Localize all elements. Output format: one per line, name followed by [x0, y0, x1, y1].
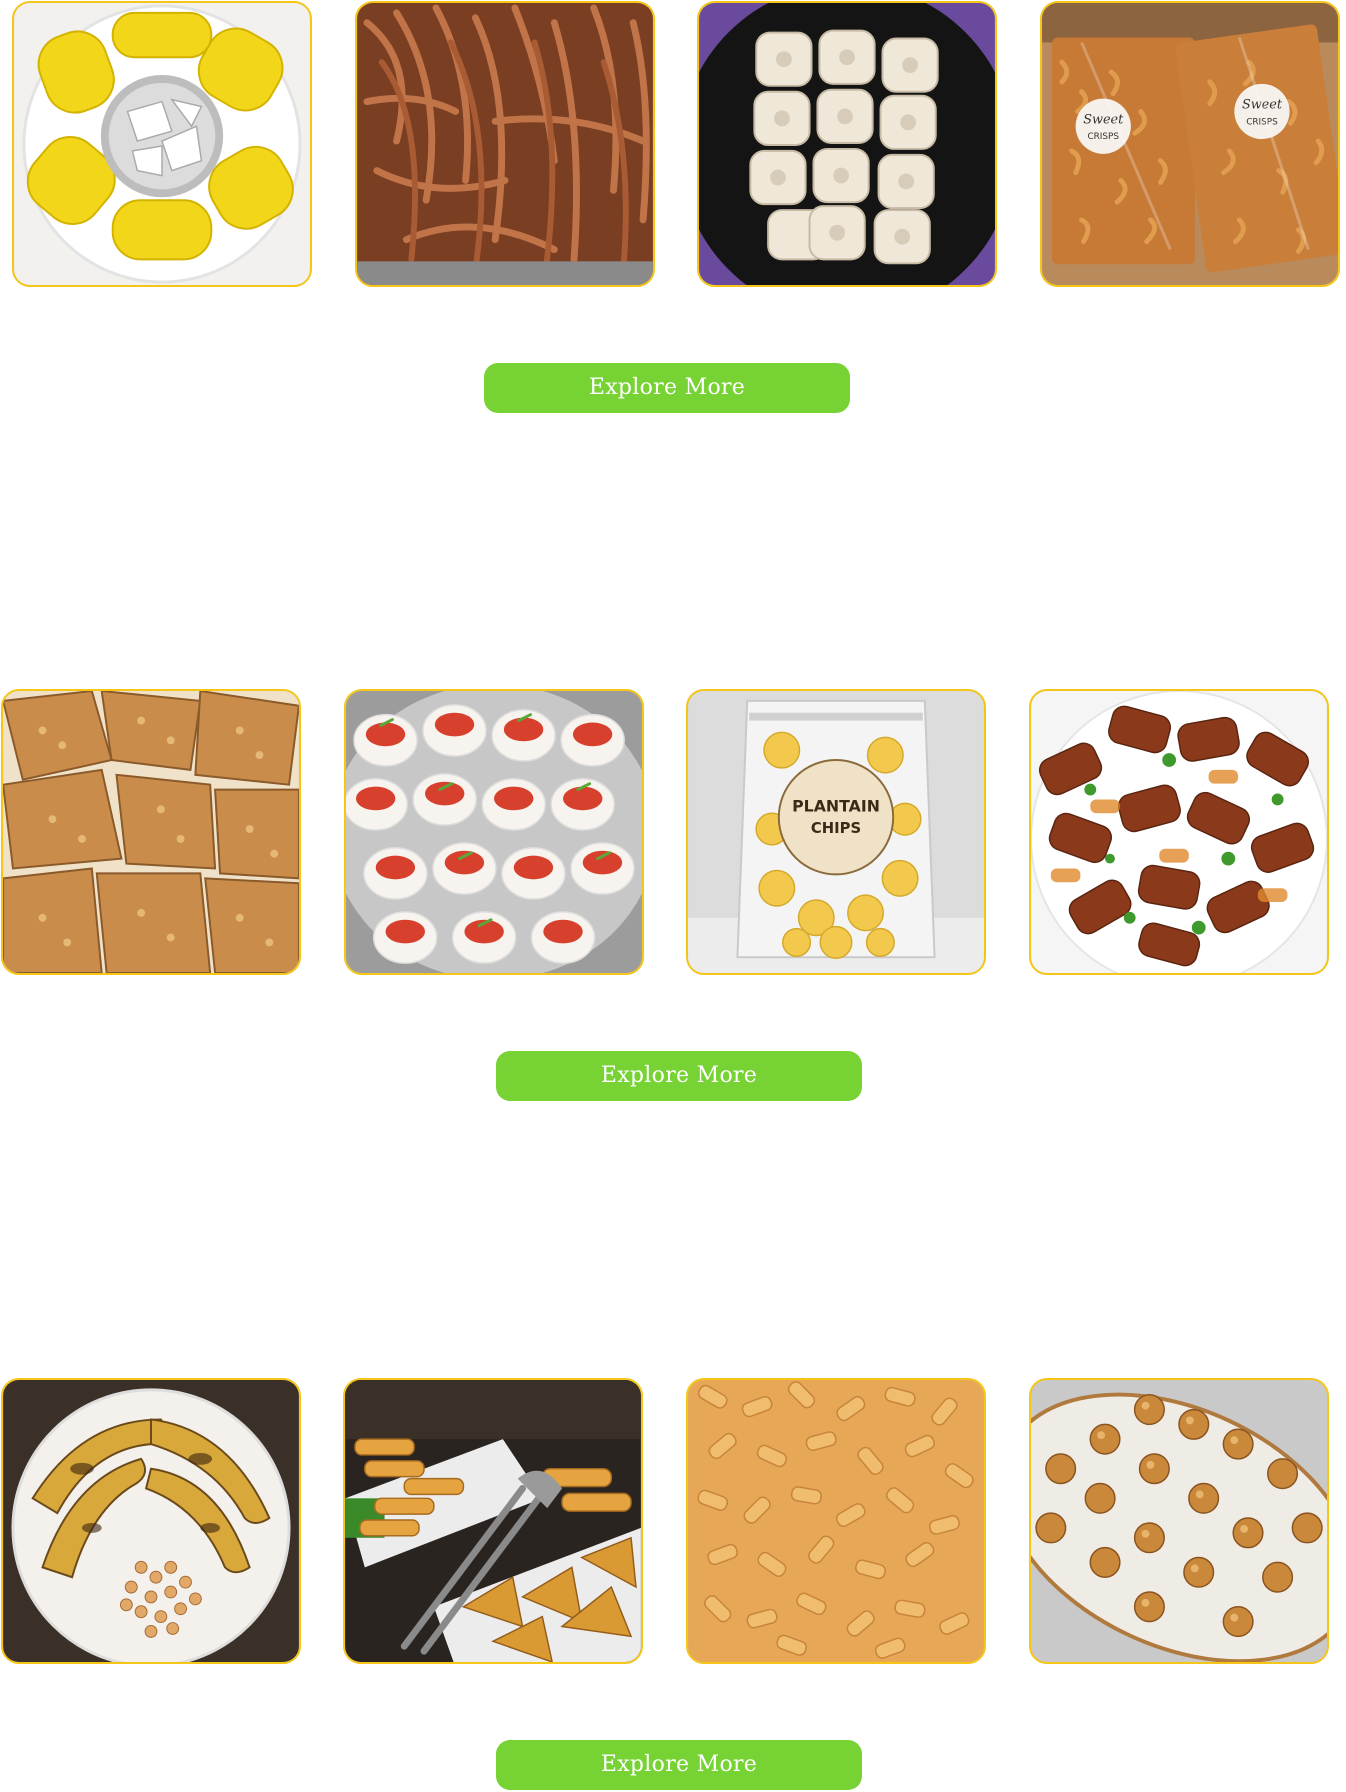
chips-label: CHIPS	[811, 820, 861, 837]
chin-chin-sticks-photo	[357, 3, 653, 285]
chin-chin-pile-photo	[688, 1380, 984, 1662]
spring-rolls-and-samosas-photo	[345, 1380, 641, 1662]
white-cookies-photo	[699, 3, 995, 285]
explore-more-button-3[interactable]: Explore More	[496, 1740, 862, 1790]
snack-image-roasted-plantain[interactable]	[1, 1378, 301, 1664]
crisps-label-2: CRISPS	[1246, 117, 1278, 127]
coconut-candy-balls-photo	[1031, 1380, 1327, 1662]
snacks-section-2: PLANTAIN CHIPS Explore More	[0, 688, 1346, 1108]
roasted-plantain-and-peanuts-photo	[3, 1380, 299, 1662]
snack-image-white-cookies[interactable]	[697, 1, 997, 287]
peanut-brittle-photo	[3, 691, 299, 973]
snack-image-spicy-plantain[interactable]	[1029, 689, 1329, 975]
snack-image-peanut-brittle[interactable]	[1, 689, 301, 975]
snack-image-spring-rolls[interactable]	[343, 1378, 643, 1664]
sweet-crisps-bags-photo: Sweet CRISPS Sweet CRISPS	[1042, 3, 1338, 285]
snack-image-plantain-chips[interactable]: PLANTAIN CHIPS	[686, 689, 986, 975]
explore-more-button-1[interactable]: Explore More	[484, 363, 850, 413]
snack-image-chin-chin-pile[interactable]	[686, 1378, 986, 1664]
snack-image-chin-chin-sticks[interactable]	[355, 1, 655, 287]
crisps-label-1: CRISPS	[1087, 132, 1119, 142]
spicy-fried-plantain-photo	[1031, 691, 1327, 973]
stuffed-eggs-photo	[346, 691, 642, 973]
snack-image-coconut-candy[interactable]	[1029, 1378, 1329, 1664]
plantain-label: PLANTAIN	[792, 796, 880, 815]
plantain-chips-bag-photo: PLANTAIN CHIPS	[688, 691, 984, 973]
snack-image-corn-coconut[interactable]	[12, 1, 312, 287]
snacks-section-3: Explore More	[0, 1377, 1346, 1792]
corn-and-coconut-photo	[14, 3, 310, 285]
snacks-section-1: Sweet CRISPS Sweet CRISPS Explore More	[0, 0, 1346, 420]
snack-image-stuffed-eggs[interactable]	[344, 689, 644, 975]
snack-image-sweet-crisps[interactable]: Sweet CRISPS Sweet CRISPS	[1040, 1, 1340, 287]
explore-more-button-2[interactable]: Explore More	[496, 1051, 862, 1101]
